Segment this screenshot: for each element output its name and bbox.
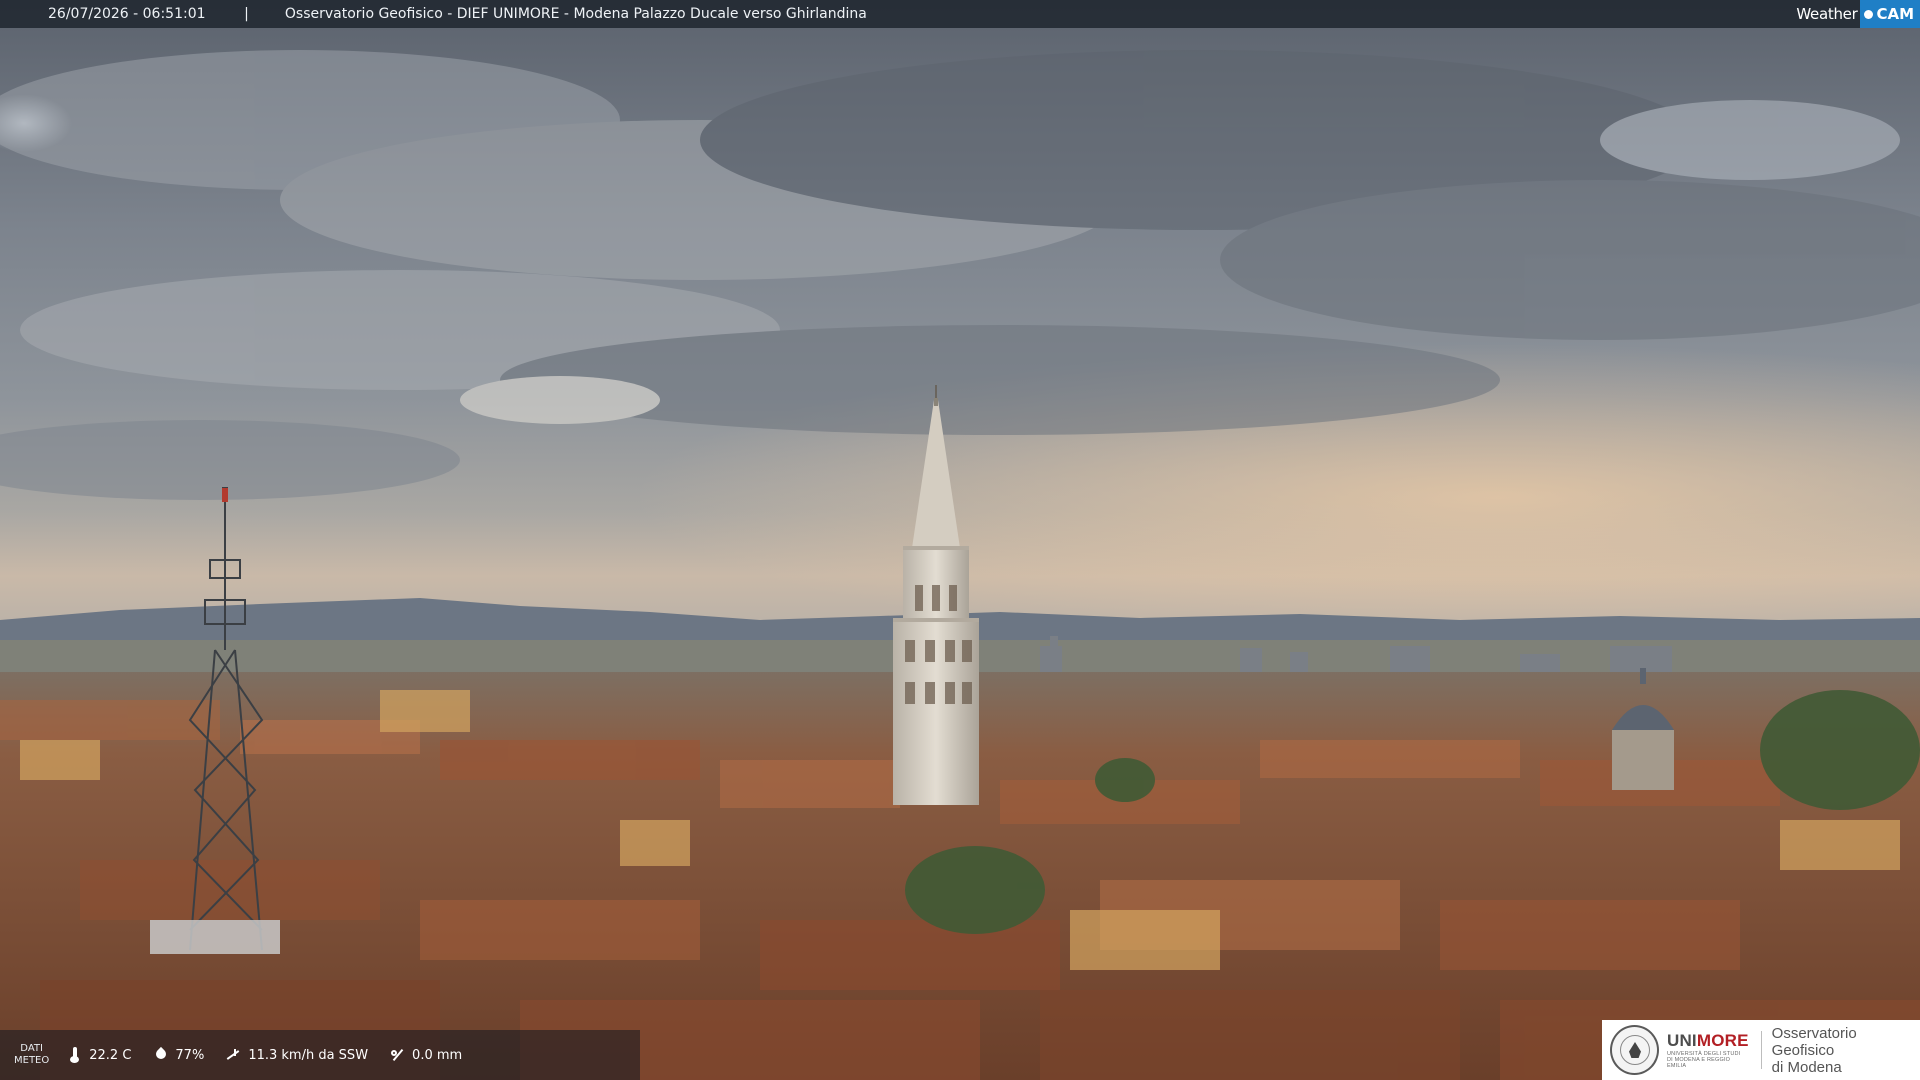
- wind-icon: [226, 1047, 242, 1063]
- humidity-drop-icon: [153, 1047, 169, 1063]
- weathercam-logo-text-2: CAM: [1860, 0, 1920, 28]
- thermometer-icon: [67, 1047, 83, 1063]
- temperature-reading: 22.2 C: [67, 1047, 131, 1063]
- weathercam-logo-cam: CAM: [1876, 5, 1914, 23]
- antenna-tip: [222, 488, 228, 502]
- weather-label-line1: DATI: [20, 1043, 43, 1054]
- temperature-value: 22.2 C: [89, 1047, 132, 1063]
- unimore-subtitle: UNIVERSITÀ DEGLI STUDI DI MODENA E REGGI…: [1666, 1050, 1741, 1069]
- rain-value: 0.0 mm: [412, 1047, 463, 1063]
- weathercam-logo-text-1: Weather: [1796, 5, 1858, 23]
- webcam-frame: 26/07/2026 - 06:51:01 | Osservatorio Geo…: [0, 0, 1920, 1080]
- unimore-name: UNIMORE: [1667, 1032, 1749, 1049]
- observatory-title: Osservatorio Geofisico di Modena: [1772, 1025, 1920, 1076]
- camera-caption: Osservatorio Geofisico - DIEF UNIMORE - …: [284, 6, 867, 22]
- rain-gauge-icon: [390, 1047, 406, 1063]
- unimore-wordmark: UNIMORE UNIVERSITÀ DEGLI STUDI DI MODENA…: [1667, 1032, 1749, 1069]
- badge-divider: [1760, 1031, 1762, 1069]
- weather-label: DATI METEO: [14, 1043, 49, 1067]
- timestamp: 26/07/2026 - 06:51:01: [48, 6, 206, 22]
- humidity-reading: 77%: [153, 1047, 204, 1063]
- university-seal-icon: [1610, 1025, 1659, 1075]
- observatory-title-line1: Osservatorio Geofisico: [1771, 1024, 1857, 1059]
- antenna-equipment: [150, 920, 280, 954]
- wind-reading: 11.3 km/h da SSW: [226, 1047, 368, 1063]
- humidity-value: 77%: [175, 1047, 205, 1063]
- observatory-title-line2: di Modena: [1771, 1058, 1842, 1076]
- unimore-name-part1: UNI: [1666, 1030, 1697, 1050]
- unimore-badge[interactable]: UNIMORE UNIVERSITÀ DEGLI STUDI DI MODENA…: [1602, 1020, 1920, 1080]
- separator: |: [244, 6, 249, 22]
- webcam-scene: [0, 0, 1920, 1080]
- rain-reading: 0.0 mm: [390, 1047, 462, 1063]
- weather-label-line2: METEO: [14, 1055, 50, 1066]
- weather-data-bar: DATI METEO 22.2 C 77% 11.3 km/h da SSW 0…: [0, 1030, 640, 1080]
- unimore-name-part2: MORE: [1696, 1030, 1749, 1050]
- lens-icon: [1864, 10, 1874, 19]
- wind-value: 11.3 km/h da SSW: [248, 1047, 369, 1063]
- weathercam-logo[interactable]: Weather CAM: [1796, 0, 1920, 28]
- top-info-bar: 26/07/2026 - 06:51:01 | Osservatorio Geo…: [0, 0, 1920, 28]
